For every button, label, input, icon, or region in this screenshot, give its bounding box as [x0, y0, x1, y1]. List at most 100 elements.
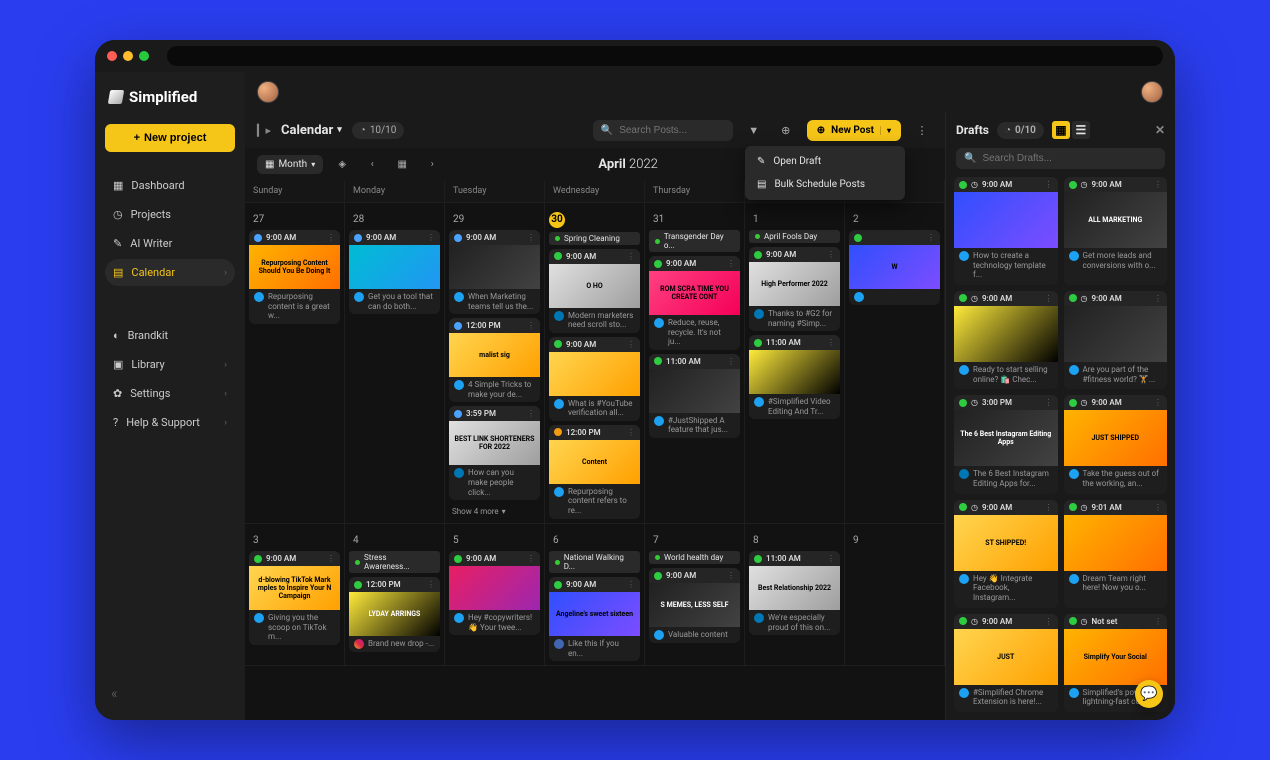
post-card[interactable]: 9:00 AM ⋮ What is #YouTube verification …	[549, 337, 640, 421]
target-icon[interactable]: ◈	[331, 153, 353, 175]
post-card[interactable]: 12:00 PM ⋮ Content Repurposing content r…	[549, 425, 640, 519]
window-maximize[interactable]	[139, 51, 149, 61]
today-button[interactable]: ▦	[391, 153, 413, 175]
draft-card[interactable]: ◷ 9:00 AM ⋮ ALL MARKETING Get more leads…	[1064, 177, 1168, 285]
day-cell[interactable]: 28 9:00 AM ⋮ Get you a tool that can do …	[345, 203, 445, 524]
card-more-icon[interactable]: ⋮	[327, 233, 335, 242]
event-tag[interactable]: Transgender Day o...	[649, 230, 740, 252]
new-post-button[interactable]: ⊕ New Post ▾	[807, 120, 901, 141]
next-month[interactable]: ›	[421, 153, 443, 175]
search-input[interactable]	[619, 125, 725, 136]
day-cell[interactable]: 1April Fools Day 9:00 AM ⋮ High Performe…	[745, 203, 845, 524]
help-fab[interactable]: 💬	[1135, 680, 1163, 708]
card-more-icon[interactable]: ⋮	[727, 357, 735, 366]
sidebar-item-settings[interactable]: ✿Settings›	[105, 380, 235, 407]
drafts-list-view[interactable]: ☰	[1072, 121, 1090, 139]
post-card[interactable]: 9:00 AM ⋮ When Marketing teams tell us t…	[449, 230, 540, 314]
card-more-icon[interactable]: ⋮	[627, 428, 635, 437]
window-minimize[interactable]	[123, 51, 133, 61]
post-card[interactable]: 11:00 AM ⋮ #JustShipped A feature that j…	[649, 354, 740, 438]
drafts-counter[interactable]: ◔ 0/10	[997, 122, 1044, 139]
globe-icon[interactable]: ⊕	[775, 119, 797, 141]
card-more-icon[interactable]: ⋮	[427, 580, 435, 589]
brand-logo[interactable]: Simplified	[105, 84, 235, 118]
card-more-icon[interactable]: ⋮	[727, 571, 735, 580]
draft-card[interactable]: ◷ 9:00 AM ⋮ Ready to start selling onlin…	[954, 291, 1058, 389]
event-tag[interactable]: Spring Cleaning	[549, 232, 640, 245]
sidebar-item-brandkit[interactable]: ◐Brandkit	[105, 322, 235, 349]
user-avatar[interactable]	[257, 81, 279, 103]
post-counter[interactable]: ◔ 10/10	[352, 122, 405, 139]
card-more-icon[interactable]: ⋮	[1154, 617, 1162, 626]
card-more-icon[interactable]: ⋮	[1154, 503, 1162, 512]
card-more-icon[interactable]: ⋮	[827, 554, 835, 563]
draft-card[interactable]: ◷ 9:00 AM ⋮ JUST #Simplified Chrome Exte…	[954, 614, 1058, 712]
card-more-icon[interactable]: ⋮	[427, 233, 435, 242]
sidebar-item-projects[interactable]: ◷Projects	[105, 201, 235, 228]
day-cell[interactable]: 31Transgender Day o... 9:00 AM ⋮ ROM SCR…	[645, 203, 745, 524]
post-card[interactable]: 12:00 PM ⋮ LYDAY ARRINGS Brand new drop …	[349, 577, 440, 652]
dropdown-bulk-schedule[interactable]: ▤ Bulk Schedule Posts	[749, 173, 901, 196]
draft-card[interactable]: ◷ 9:01 AM ⋮ Dream Team right here! Now y…	[1064, 500, 1168, 608]
draft-card[interactable]: ◷ 9:00 AM ⋮ How to create a technology t…	[954, 177, 1058, 285]
drafts-grid[interactable]: ◷ 9:00 AM ⋮ How to create a technology t…	[946, 177, 1175, 720]
user-avatar-right[interactable]	[1141, 81, 1163, 103]
card-more-icon[interactable]: ⋮	[1045, 503, 1053, 512]
card-more-icon[interactable]: ⋮	[1045, 398, 1053, 407]
card-more-icon[interactable]: ⋮	[327, 554, 335, 563]
new-post-dropdown-toggle[interactable]: ▾	[880, 126, 897, 135]
post-card[interactable]: 9:00 AM ⋮ Get you a tool that can do bot…	[349, 230, 440, 314]
drafts-search-input[interactable]	[982, 153, 1157, 164]
event-tag[interactable]: April Fools Day	[749, 230, 840, 243]
event-tag[interactable]: Stress Awareness...	[349, 551, 440, 573]
card-more-icon[interactable]: ⋮	[527, 233, 535, 242]
day-cell[interactable]: 4Stress Awareness... 12:00 PM ⋮ LYDAY AR…	[345, 524, 445, 666]
card-more-icon[interactable]: ⋮	[1045, 294, 1053, 303]
card-more-icon[interactable]: ⋮	[927, 233, 935, 242]
card-more-icon[interactable]: ⋮	[1154, 180, 1162, 189]
day-cell[interactable]: 3 9:00 AM ⋮ d-blowing TikTok Mark mples …	[245, 524, 345, 666]
card-more-icon[interactable]: ⋮	[727, 259, 735, 268]
post-card[interactable]: 9:00 AM ⋮ Hey #copywriters! 👋 Your twee.…	[449, 551, 540, 635]
sidebar-item-dashboard[interactable]: ▦Dashboard	[105, 172, 235, 199]
collapse-sidebar[interactable]: «	[105, 680, 235, 708]
day-cell[interactable]: 2 ⋮ W	[845, 203, 945, 524]
post-card[interactable]: 9:00 AM ⋮ Repurposing Content Should You…	[249, 230, 340, 324]
drafts-close[interactable]: ✕	[1155, 123, 1165, 137]
sidebar-item-help-&-support[interactable]: ?Help & Support›	[105, 409, 235, 436]
card-more-icon[interactable]: ⋮	[627, 340, 635, 349]
post-card[interactable]: 9:00 AM ⋮ High Performer 2022 Thanks to …	[749, 247, 840, 331]
more-icon[interactable]: ⋮	[911, 119, 933, 141]
draft-card[interactable]: ◷ 9:00 AM ⋮ ST SHIPPED! Hey 👋 Integrate …	[954, 500, 1058, 608]
card-more-icon[interactable]: ⋮	[1045, 180, 1053, 189]
post-card[interactable]: 11:00 AM ⋮ Best Relationship 2022 We're …	[749, 551, 840, 635]
day-cell[interactable]: 29 9:00 AM ⋮ When Marketing teams tell u…	[445, 203, 545, 524]
search-drafts[interactable]: 🔍	[956, 148, 1165, 169]
card-more-icon[interactable]: ⋮	[1154, 294, 1162, 303]
day-cell[interactable]: 8 11:00 AM ⋮ Best Relationship 2022 We'r…	[745, 524, 845, 666]
draft-card[interactable]: ◷ 3:00 PM ⋮ The 6 Best Instagram Editing…	[954, 395, 1058, 493]
sidebar-item-ai-writer[interactable]: ✎AI Writer	[105, 230, 235, 257]
chevron-down-icon[interactable]: ▾	[337, 125, 342, 135]
panel-toggle-icon[interactable]: ▎▸	[257, 124, 271, 137]
url-bar[interactable]	[167, 46, 1163, 66]
post-card[interactable]: 3:59 PM ⋮ BEST LINK SHORTENERS FOR 2022 …	[449, 406, 540, 500]
draft-card[interactable]: ◷ 9:00 AM ⋮ JUST SHIPPED Take the guess …	[1064, 395, 1168, 493]
card-more-icon[interactable]: ⋮	[827, 250, 835, 259]
day-cell[interactable]: 9	[845, 524, 945, 666]
calendar-scroll[interactable]: SundayMondayTuesdayWednesdayThursdayFrid…	[245, 180, 945, 720]
show-more[interactable]: Show 4 more ▾	[449, 504, 540, 519]
card-more-icon[interactable]: ⋮	[627, 252, 635, 261]
card-more-icon[interactable]: ⋮	[827, 338, 835, 347]
post-card[interactable]: 9:00 AM ⋮ d-blowing TikTok Mark mples to…	[249, 551, 340, 645]
sidebar-item-library[interactable]: ▣Library›	[105, 351, 235, 378]
day-cell[interactable]: 6National Walking D... 9:00 AM ⋮ Angelin…	[545, 524, 645, 666]
event-tag[interactable]: World health day	[649, 551, 740, 564]
day-cell[interactable]: 27 9:00 AM ⋮ Repurposing Content Should …	[245, 203, 345, 524]
post-card[interactable]: 9:00 AM ⋮ Angeline's sweet sixteen Like …	[549, 577, 640, 661]
card-more-icon[interactable]: ⋮	[1154, 398, 1162, 407]
post-card[interactable]: 12:00 PM ⋮ malist sig 4 Simple Tricks to…	[449, 318, 540, 402]
card-more-icon[interactable]: ⋮	[527, 554, 535, 563]
filter-icon[interactable]: ▼	[743, 119, 765, 141]
post-card[interactable]: 9:00 AM ⋮ S MEMES, LESS SELF Valuable co…	[649, 568, 740, 643]
